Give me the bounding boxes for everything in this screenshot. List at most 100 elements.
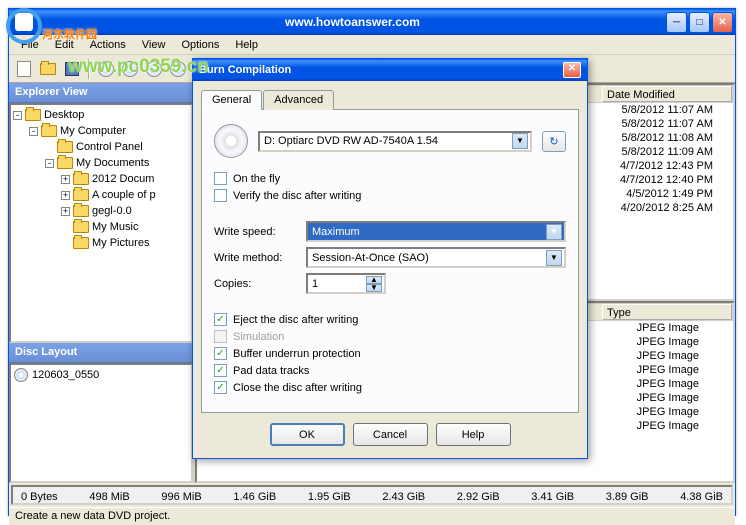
tree-item[interactable]: Control Panel xyxy=(13,139,189,155)
tree-label: My Pictures xyxy=(92,237,149,249)
on-the-fly-checkbox[interactable] xyxy=(214,172,227,185)
close-button[interactable]: ✕ xyxy=(712,12,733,33)
open-button[interactable] xyxy=(37,58,59,80)
tree-item[interactable]: + A couple of p xyxy=(13,187,189,203)
disc-layout-item[interactable]: 120603_0550 xyxy=(13,367,189,383)
explorer-tree[interactable]: -Desktop-My ComputerControl Panel-My Doc… xyxy=(9,103,193,343)
disc2-button[interactable] xyxy=(119,58,141,80)
dialog-title: Burn Compilation xyxy=(199,64,563,76)
status-bar: Create a new data DVD project. xyxy=(9,507,735,525)
copies-value: 1 xyxy=(312,278,318,290)
disc4-button[interactable] xyxy=(167,58,189,80)
tree-label: My Music xyxy=(92,221,138,233)
tree-item[interactable]: My Music xyxy=(13,219,189,235)
disc-layout-tree[interactable]: 120603_0550 xyxy=(9,363,193,483)
simulation-label: Simulation xyxy=(233,331,284,343)
ruler-mark: 498 MiB xyxy=(89,491,129,503)
copies-label: Copies: xyxy=(214,278,306,290)
menu-help[interactable]: Help xyxy=(227,37,266,53)
tree-item[interactable]: +2012 Docum xyxy=(13,171,189,187)
tree-label: My Computer xyxy=(60,125,126,137)
eject-checkbox[interactable]: ✓ xyxy=(214,313,227,326)
menu-actions[interactable]: Actions xyxy=(82,37,134,53)
type-column-header[interactable]: Type xyxy=(602,304,732,320)
buffer-checkbox[interactable]: ✓ xyxy=(214,347,227,360)
tree-toggle-icon[interactable]: + xyxy=(61,207,70,216)
ruler-mark: 3.41 GiB xyxy=(531,491,574,503)
maximize-button[interactable]: □ xyxy=(689,12,710,33)
dropdown-arrow-icon[interactable]: ▼ xyxy=(546,224,562,240)
cancel-button[interactable]: Cancel xyxy=(353,423,428,446)
minimize-button[interactable]: ─ xyxy=(666,12,687,33)
ok-button[interactable]: OK xyxy=(270,423,345,446)
device-dropdown[interactable]: D: Optiarc DVD RW AD-7540A 1.54 ▼ xyxy=(258,131,532,152)
write-method-label: Write method: xyxy=(214,252,306,264)
ruler-mark: 4.38 GiB xyxy=(680,491,723,503)
tree-toggle-icon[interactable]: - xyxy=(29,127,38,136)
disc-layout-label: 120603_0550 xyxy=(32,369,99,381)
device-value: D: Optiarc DVD RW AD-7540A 1.54 xyxy=(264,135,438,147)
menu-options[interactable]: Options xyxy=(173,37,227,53)
menu-file[interactable]: File xyxy=(13,37,47,53)
tree-label: My Documents xyxy=(76,157,149,169)
folder-icon xyxy=(73,236,89,250)
help-button[interactable]: Help xyxy=(436,423,511,446)
status-text: Create a new data DVD project. xyxy=(15,510,170,523)
tree-item[interactable]: - Desktop xyxy=(13,107,189,123)
folder-icon xyxy=(73,188,89,202)
dialog-close-button[interactable]: ✕ xyxy=(563,62,581,78)
titlebar: www.howtoanswer.com ─ □ ✕ xyxy=(9,9,735,35)
refresh-button[interactable]: ↻ xyxy=(542,131,566,152)
dialog-titlebar: Burn Compilation ✕ xyxy=(193,59,587,81)
tree-toggle-icon[interactable]: + xyxy=(61,191,70,200)
date-column-header[interactable]: Date Modified xyxy=(602,86,732,102)
tree-label: 2012 Docum xyxy=(92,173,154,185)
spinner-down-icon[interactable]: ▼ xyxy=(366,284,382,292)
tree-label: Control Panel xyxy=(76,141,143,153)
tree-toggle-icon[interactable]: + xyxy=(61,175,70,184)
ruler-mark: 2.43 GiB xyxy=(382,491,425,503)
write-speed-dropdown[interactable]: Maximum ▼ xyxy=(306,221,566,242)
folder-icon xyxy=(57,140,73,154)
close-disc-label: Close the disc after writing xyxy=(233,382,362,394)
tree-label: Desktop xyxy=(44,109,84,121)
ruler-mark: 1.95 GiB xyxy=(308,491,351,503)
menu-view[interactable]: View xyxy=(134,37,174,53)
simulation-checkbox xyxy=(214,330,227,343)
dropdown-arrow-icon[interactable]: ▼ xyxy=(546,250,562,266)
tree-label: A couple of p xyxy=(92,189,156,201)
burn-button[interactable] xyxy=(95,58,117,80)
ruler-mark: 996 MiB xyxy=(161,491,201,503)
menubar: File Edit Actions View Options Help xyxy=(9,35,735,55)
ruler-mark: 3.89 GiB xyxy=(606,491,649,503)
tree-item[interactable]: My Pictures xyxy=(13,235,189,251)
tab-general[interactable]: General xyxy=(201,90,262,110)
pad-checkbox[interactable]: ✓ xyxy=(214,364,227,377)
tree-toggle-icon[interactable]: - xyxy=(45,159,54,168)
disc-layout-header: Disc Layout xyxy=(9,343,193,363)
tree-item[interactable]: +gegl-0.0 xyxy=(13,203,189,219)
write-method-dropdown[interactable]: Session-At-Once (SAO) ▼ xyxy=(306,247,566,268)
verify-label: Verify the disc after writing xyxy=(233,190,361,202)
disc-icon xyxy=(214,124,248,158)
ruler-mark: 0 Bytes xyxy=(21,491,58,503)
on-the-fly-label: On the fly xyxy=(233,173,280,185)
tree-toggle-icon[interactable]: - xyxy=(13,111,22,120)
explorer-header: Explorer View xyxy=(9,83,193,103)
new-button[interactable] xyxy=(13,58,35,80)
menu-edit[interactable]: Edit xyxy=(47,37,82,53)
tab-advanced[interactable]: Advanced xyxy=(263,90,334,110)
verify-checkbox[interactable] xyxy=(214,189,227,202)
write-speed-label: Write speed: xyxy=(214,226,306,238)
tab-panel: D: Optiarc DVD RW AD-7540A 1.54 ▼ ↻ On t… xyxy=(201,109,579,413)
size-ruler: 0 Bytes498 MiB996 MiB1.46 GiB1.95 GiB2.4… xyxy=(11,485,733,505)
folder-icon xyxy=(73,220,89,234)
buffer-label: Buffer underrun protection xyxy=(233,348,361,360)
save-button[interactable] xyxy=(61,58,83,80)
tree-item[interactable]: - My Documents xyxy=(13,155,189,171)
tree-item[interactable]: - My Computer xyxy=(13,123,189,139)
copies-input[interactable]: 1 ▲ ▼ xyxy=(306,273,386,294)
dropdown-arrow-icon[interactable]: ▼ xyxy=(512,133,528,149)
close-disc-checkbox[interactable]: ✓ xyxy=(214,381,227,394)
disc3-button[interactable] xyxy=(143,58,165,80)
